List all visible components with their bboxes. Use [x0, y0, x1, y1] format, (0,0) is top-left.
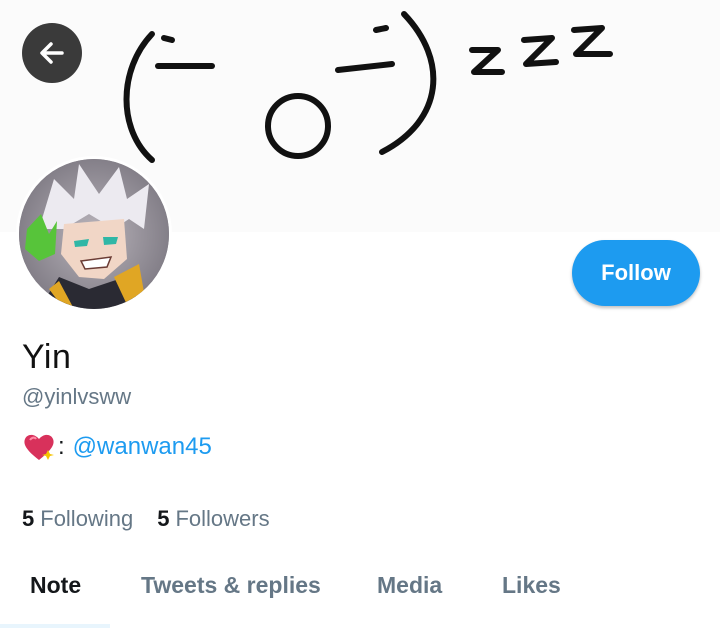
followers-stat[interactable]: 5 Followers [157, 506, 269, 532]
tab-media[interactable]: Media [377, 572, 442, 599]
tab-note[interactable]: Note [30, 572, 81, 599]
tab-tweets-replies[interactable]: Tweets & replies [141, 572, 321, 599]
bio-separator: : [58, 433, 65, 460]
back-button[interactable] [22, 23, 82, 83]
bio-mention-link[interactable]: @wanwan45 [73, 433, 212, 461]
tab-likes[interactable]: Likes [502, 572, 561, 599]
avatar[interactable] [16, 156, 172, 312]
followers-label: Followers [175, 506, 270, 531]
following-label: Following [40, 506, 134, 531]
active-tab-indicator [0, 624, 110, 628]
followers-count: 5 [157, 506, 170, 531]
profile-stats: 5 Following 5 Followers [22, 506, 270, 532]
profile-tabs: Note Tweets & replies Media Likes [0, 560, 720, 620]
profile-bio: : @wanwan45 [22, 432, 212, 462]
following-stat[interactable]: 5 Following [22, 506, 133, 532]
avatar-illustration [19, 159, 169, 309]
profile-name: Yin [22, 338, 72, 376]
following-count: 5 [22, 506, 35, 531]
profile-handle: @yinlvsww [22, 384, 132, 409]
sparkling-heart-icon [22, 432, 56, 462]
follow-button[interactable]: Follow [572, 240, 700, 306]
back-arrow-icon [40, 42, 64, 64]
